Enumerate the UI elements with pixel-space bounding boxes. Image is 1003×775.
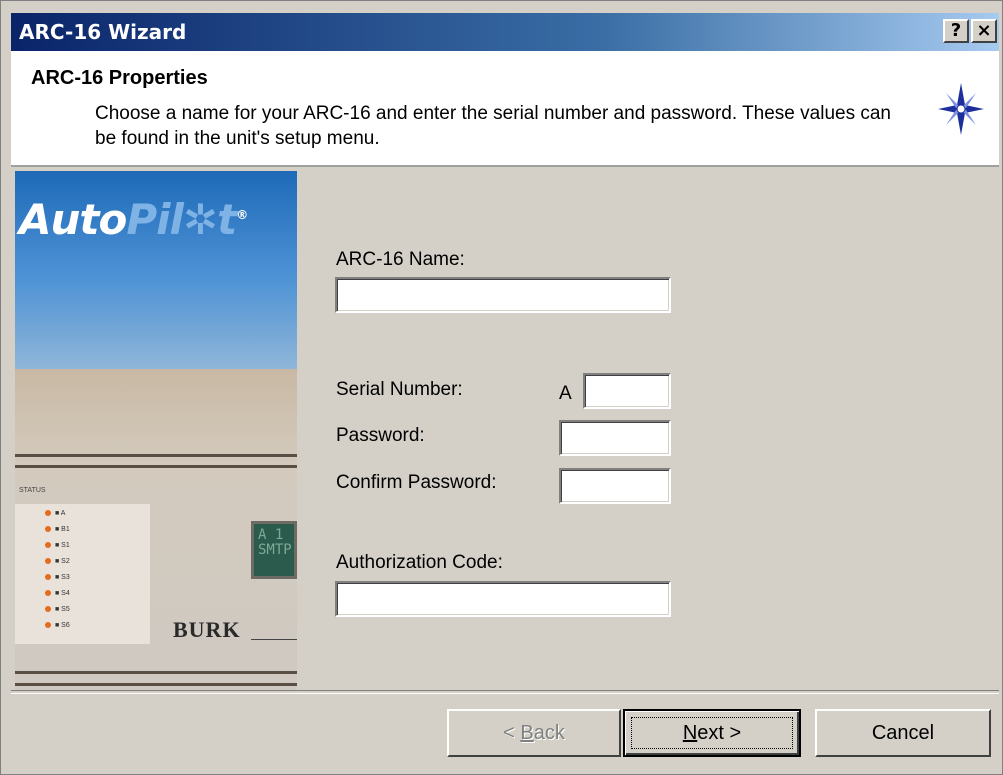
autopilot-banner-image: AutoPil✲t® STATUS ■ A ■ B1 ■ S1 ■ S2 ■ S… bbox=[15, 171, 297, 690]
burk-logo: BURK bbox=[173, 617, 241, 642]
led-row: ■ S1 bbox=[45, 542, 135, 554]
title-bar[interactable]: ARC-16 Wizard ? × bbox=[11, 13, 999, 51]
cancel-button[interactable]: Cancel bbox=[815, 709, 991, 757]
name-label: ARC-16 Name: bbox=[336, 249, 465, 270]
back-button[interactable]: < Back bbox=[447, 709, 621, 757]
led-row: ■ S4 bbox=[45, 590, 135, 602]
led-row: ■ B1 bbox=[45, 526, 135, 538]
led-row: ■ S6 bbox=[45, 622, 135, 634]
logo-auto: Auto bbox=[19, 195, 127, 244]
focus-rect bbox=[631, 717, 793, 749]
lcd-text: A 1 SMTP bbox=[258, 527, 292, 558]
serial-prefix-label: A bbox=[559, 383, 572, 404]
arc16-name-input[interactable] bbox=[335, 277, 671, 313]
lcd-display: A 1 SMTP bbox=[251, 521, 297, 579]
serial-number-input[interactable] bbox=[583, 373, 671, 409]
window-title: ARC-16 Wizard bbox=[19, 20, 187, 44]
faceplate-divider bbox=[15, 454, 297, 457]
wizard-header: ARC-16 Properties Choose a name for your… bbox=[11, 51, 999, 167]
help-button[interactable]: ? bbox=[943, 19, 969, 43]
led-icon bbox=[45, 526, 51, 533]
next-button[interactable]: Next > bbox=[623, 709, 801, 757]
confirm-password-label: Confirm Password: bbox=[336, 472, 497, 493]
led-icon bbox=[45, 574, 51, 581]
authorization-code-input[interactable] bbox=[335, 581, 671, 617]
led-icon bbox=[45, 558, 51, 565]
faceplate-line bbox=[251, 639, 297, 640]
led-icon bbox=[45, 622, 51, 629]
autopilot-logo: AutoPil✲t® bbox=[19, 195, 248, 244]
authorization-code-label: Authorization Code: bbox=[336, 552, 503, 573]
led-icon bbox=[45, 606, 51, 613]
password-input[interactable] bbox=[559, 420, 671, 456]
page-title: ARC-16 Properties bbox=[31, 67, 208, 89]
faceplate-divider bbox=[15, 671, 297, 674]
status-label: STATUS bbox=[19, 487, 46, 494]
logo-registered: ® bbox=[236, 208, 248, 222]
password-label: Password: bbox=[336, 425, 425, 446]
page-description: Choose a name for your ARC-16 and enter … bbox=[95, 103, 891, 149]
logo-pilot: Pil✲t bbox=[126, 195, 237, 244]
led-panel: ■ A ■ B1 ■ S1 ■ S2 ■ S3 ■ S4 ■ S5 ■ S6 bbox=[15, 504, 150, 644]
led-icon bbox=[45, 542, 51, 549]
confirm-password-input[interactable] bbox=[559, 468, 671, 504]
compass-icon bbox=[938, 83, 984, 135]
led-row: ■ S3 bbox=[45, 574, 135, 586]
faceplate-divider bbox=[15, 465, 297, 468]
led-row: ■ A bbox=[45, 510, 135, 522]
button-separator bbox=[11, 690, 999, 694]
led-row: ■ S5 bbox=[45, 606, 135, 618]
close-button[interactable]: × bbox=[971, 19, 997, 43]
led-row: ■ S2 bbox=[45, 558, 135, 570]
wizard-window: ARC-16 Wizard ? × ARC-16 Properties Choo… bbox=[0, 0, 1003, 775]
led-icon bbox=[45, 590, 51, 597]
led-icon bbox=[45, 510, 51, 517]
faceplate-divider bbox=[15, 683, 297, 686]
serial-number-label: Serial Number: bbox=[336, 379, 463, 400]
